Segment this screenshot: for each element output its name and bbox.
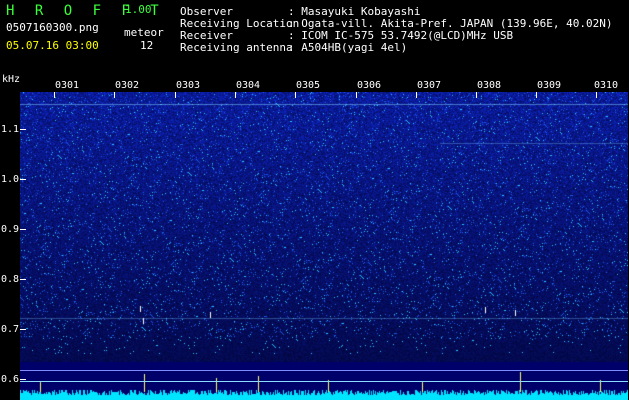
reference-line xyxy=(20,370,628,371)
location-value: : Ogata-vill. Akita-Pref. JAPAN (139.96E… xyxy=(288,17,613,30)
y-tick-label: 1.1 xyxy=(1,124,20,135)
x-tick xyxy=(235,92,236,98)
observer-value: : Masayuki Kobayashi xyxy=(288,5,421,18)
filename: 0507160300.png xyxy=(6,21,99,34)
y-tick-label: 0.8 xyxy=(1,274,20,285)
antenna-value: : A504HB(yagi 4el) xyxy=(288,41,408,54)
x-tick-label: 0301 xyxy=(55,80,80,91)
location-label: Receiving Location xyxy=(180,17,300,30)
x-tick xyxy=(476,92,477,98)
x-tick-label: 0309 xyxy=(537,80,562,91)
x-tick xyxy=(114,92,115,98)
reference-line xyxy=(20,381,628,382)
y-tick xyxy=(20,229,26,230)
x-tick-label: 0307 xyxy=(417,80,442,91)
y-tick xyxy=(20,379,26,380)
x-tick xyxy=(536,92,537,98)
x-tick xyxy=(295,92,296,98)
spectrogram[interactable] xyxy=(20,92,628,400)
x-tick xyxy=(416,92,417,98)
x-tick-label: 0308 xyxy=(477,80,502,91)
x-tick xyxy=(596,92,597,98)
x-tick-label: 0304 xyxy=(236,80,261,91)
y-tick-label: 0.6 xyxy=(1,374,20,385)
y-tick-label: 0.7 xyxy=(1,324,20,335)
x-tick-label: 0306 xyxy=(357,80,382,91)
y-tick xyxy=(20,329,26,330)
observer-label: Observer xyxy=(180,5,233,18)
receiver-label: Receiver xyxy=(180,29,233,42)
x-tick-label: 0305 xyxy=(296,80,321,91)
x-tick xyxy=(175,92,176,98)
app-version: 1.00 xyxy=(125,3,152,16)
y-tick-label: 0.9 xyxy=(1,224,20,235)
receiver-value: : ICOM IC-575 53.7492(@LCD)MHz USB xyxy=(288,29,514,42)
x-tick-label: 0303 xyxy=(176,80,201,91)
x-tick-label: 0302 xyxy=(115,80,140,91)
datetime: 05.07.16 03:00 xyxy=(6,39,99,52)
x-tick xyxy=(356,92,357,98)
meteor-count: 12 xyxy=(140,39,154,52)
y-tick xyxy=(20,129,26,130)
antenna-label: Receiving antenna xyxy=(180,41,293,54)
meteor-label: meteor xyxy=(124,26,164,39)
x-tick-label: 0310 xyxy=(594,80,619,91)
y-tick xyxy=(20,279,26,280)
y-tick xyxy=(20,179,26,180)
x-tick xyxy=(54,92,55,98)
y-axis-unit: kHz xyxy=(2,74,21,85)
y-tick-label: 1.0 xyxy=(1,174,20,185)
